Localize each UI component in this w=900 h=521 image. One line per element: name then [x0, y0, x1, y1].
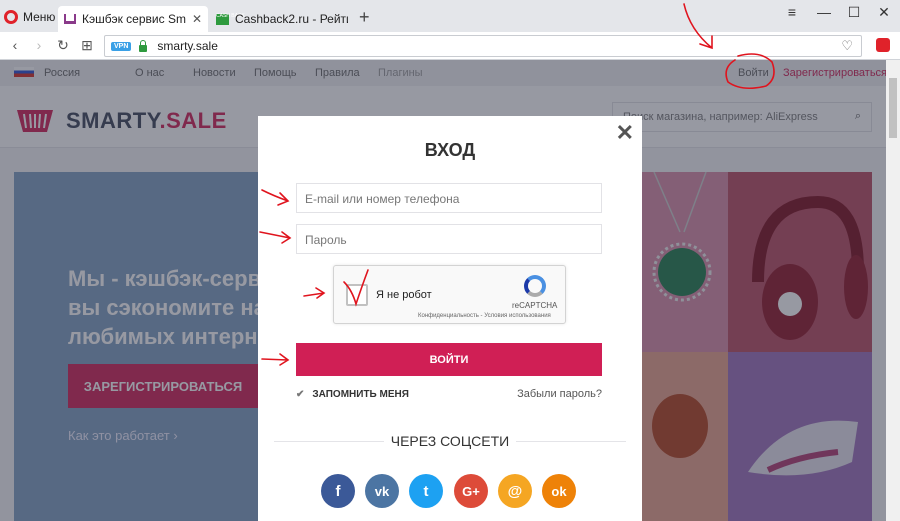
url-text: smarty.sale — [157, 39, 218, 53]
recaptcha-widget: Я не робот reCAPTCHA Конфиденциальность … — [333, 265, 566, 324]
browser-tab-bar: Меню Кэшбэк сервис Smarty.Sale ✕ CASH BA… — [0, 0, 900, 32]
modal-title: ВХОД — [424, 140, 476, 160]
remember-label: ЗАПОМНИТЬ МЕНЯ — [312, 389, 409, 400]
menu-label: Меню — [23, 10, 56, 24]
minimize-button[interactable]: — — [812, 4, 836, 20]
address-bar: ‹ › ↻ ⊞ VPN smarty.sale ♡ — [0, 32, 900, 60]
google-plus-icon[interactable]: G+ — [454, 474, 488, 508]
maximize-button[interactable]: ☐ — [842, 4, 866, 21]
cashback-favicon-icon: CASH BACK — [216, 13, 245, 25]
login-button[interactable]: ВОЙТИ — [296, 343, 602, 376]
login-modal: ✕ ВХОД E-mail или номер телефона Пароль … — [258, 116, 642, 521]
close-window-button[interactable]: ✕ — [872, 4, 896, 21]
tab-menu-icon[interactable]: ≡ — [780, 4, 804, 20]
bookmark-heart-icon[interactable]: ♡ — [841, 38, 853, 54]
extension-icon[interactable] — [876, 38, 890, 52]
tab-smarty-sale[interactable]: Кэшбэк сервис Smarty.Sale ✕ — [58, 6, 208, 32]
lock-icon[interactable] — [139, 39, 148, 52]
tab-title: Кэшбэк сервис Smarty.Sale — [82, 12, 186, 26]
screen: Меню Кэшбэк сервис Smarty.Sale ✕ CASH BA… — [0, 0, 900, 521]
tab-close-icon[interactable]: ✕ — [192, 12, 202, 26]
back-icon[interactable]: ‹ — [6, 37, 24, 53]
password-placeholder: Пароль — [305, 233, 347, 247]
odnoklassniki-icon[interactable]: ok — [542, 474, 576, 508]
forgot-password-link[interactable]: Забыли пароль? — [517, 388, 602, 400]
page-scrollbar[interactable] — [886, 60, 900, 521]
twitter-icon[interactable]: t — [409, 474, 443, 508]
recaptcha-label: Я не робот — [376, 289, 432, 301]
social-title: ЧЕРЕЗ СОЦСЕТИ — [390, 433, 510, 449]
speed-dial-icon[interactable]: ⊞ — [78, 37, 96, 54]
email-field[interactable]: E-mail или номер телефона — [296, 183, 602, 213]
scrollbar-thumb[interactable] — [889, 78, 897, 138]
tab-cashback2[interactable]: CASH BACK Cashback2.ru - Рейтинг лучших — [210, 6, 354, 32]
tab-title: Cashback2.ru - Рейтинг лучших — [235, 12, 348, 26]
recaptcha-logo-icon — [524, 275, 546, 297]
opera-menu-button[interactable]: Меню — [4, 6, 55, 28]
new-tab-button[interactable]: + — [359, 7, 370, 28]
recaptcha-brand: reCAPTCHA — [512, 301, 558, 310]
opera-logo-icon — [4, 10, 18, 24]
url-field[interactable]: VPN smarty.sale ♡ — [104, 35, 862, 57]
vk-icon[interactable]: vk — [365, 474, 399, 508]
reload-icon[interactable]: ↻ — [54, 37, 72, 54]
password-field[interactable]: Пароль — [296, 224, 602, 254]
email-placeholder: E-mail или номер телефона — [305, 192, 460, 206]
forward-icon[interactable]: › — [30, 37, 48, 53]
facebook-icon[interactable]: f — [321, 474, 355, 508]
vpn-badge[interactable]: VPN — [111, 41, 132, 51]
remember-me-checkbox[interactable]: ✔ ЗАПОМНИТЬ МЕНЯ — [296, 389, 409, 400]
basket-favicon-icon — [64, 14, 76, 24]
recaptcha-checkbox[interactable] — [346, 284, 368, 306]
recaptcha-privacy-links[interactable]: Конфиденциальность - Условия использован… — [418, 313, 551, 319]
check-icon: ✔ — [296, 389, 305, 400]
mail-icon[interactable]: @ — [498, 474, 532, 508]
